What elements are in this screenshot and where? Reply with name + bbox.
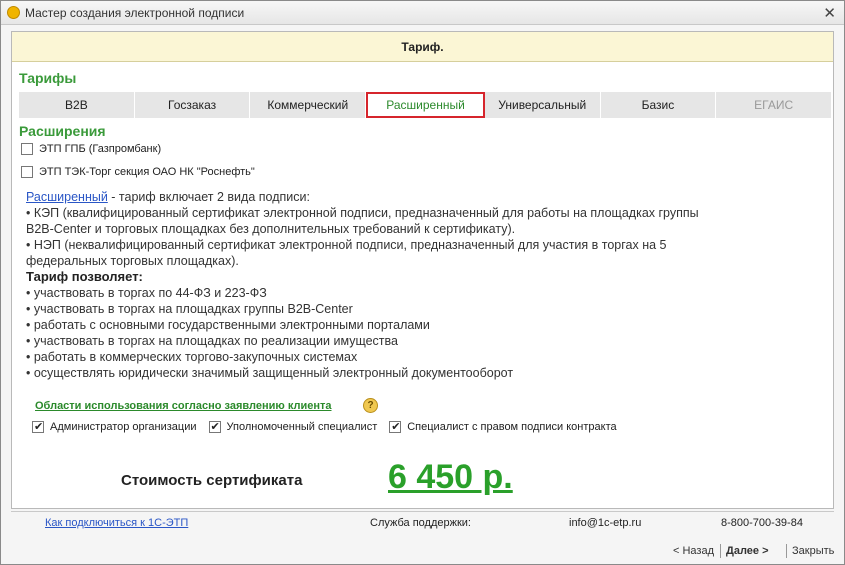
checkbox-tek-torg[interactable]	[21, 166, 33, 178]
extension-tek-torg[interactable]: ЭТП ТЭК-Торг секция ОАО НК "Роснефть"	[21, 166, 255, 178]
tab-b2b[interactable]: B2B	[19, 92, 135, 118]
allows-heading: Тариф позволяет:	[26, 269, 143, 284]
checkbox-authorized[interactable]	[208, 420, 221, 433]
extension-gpb[interactable]: ЭТП ГПБ (Газпромбанк)	[21, 143, 161, 155]
footer-divider	[11, 511, 834, 512]
support-phone: 8-800-700-39-84	[721, 517, 803, 529]
usage-areas-title: Области использования согласно заявлению…	[35, 400, 332, 412]
price-value[interactable]: 6 450 р.	[388, 458, 513, 497]
tariff-tabs: B2B Госзаказ Коммерческий Расширенный Ун…	[19, 92, 831, 118]
tariff-link[interactable]: Расширенный	[26, 190, 108, 204]
extensions-heading: Расширения	[19, 123, 106, 139]
checkbox-admin[interactable]	[32, 420, 44, 433]
allows-item: • участвовать в торгах на площадках по р…	[26, 334, 398, 348]
title-bar: Мастер создания электронной подписи ✕	[1, 1, 844, 25]
allows-item: • осуществлять юридически значимый защищ…	[26, 366, 514, 380]
extension-tek-torg-label: ЭТП ТЭК-Торг секция ОАО НК "Роснефть"	[39, 166, 255, 178]
close-button[interactable]: Закрыть	[792, 545, 834, 557]
close-icon[interactable]: ✕	[823, 4, 836, 22]
tab-extended[interactable]: Расширенный	[366, 92, 485, 118]
extension-gpb-label: ЭТП ГПБ (Газпромбанк)	[39, 143, 162, 155]
desc-line: • НЭП (неквалифицированный сертификат эл…	[26, 238, 667, 252]
usage-authorized-label: Уполномоченный специалист	[226, 421, 378, 433]
next-button[interactable]: Далее >	[726, 545, 769, 557]
tab-commercial[interactable]: Коммерческий	[250, 92, 367, 118]
allows-item: • работать в коммерческих торгово-закупо…	[26, 350, 358, 364]
nav-separator	[720, 544, 721, 558]
tab-universal[interactable]: Универсальный	[485, 92, 601, 118]
support-email: info@1c-etp.ru	[569, 517, 642, 529]
usage-signer-label: Специалист с правом подписи контракта	[407, 421, 617, 433]
tab-basis[interactable]: Базис	[601, 92, 717, 118]
app-icon	[7, 6, 20, 19]
allows-item: • работать с основными государственными …	[26, 318, 430, 332]
tab-goszakaz[interactable]: Госзаказ	[135, 92, 251, 118]
tariff-intro: - тариф включает 2 вида подписи:	[107, 190, 310, 204]
wizard-window: Мастер создания электронной подписи ✕ Та…	[0, 0, 845, 565]
usage-authorized[interactable]: Уполномоченный специалист	[208, 420, 378, 433]
usage-admin-label: Администратор организации	[50, 421, 197, 433]
allows-item: • участвовать в торгах по 44-ФЗ и 223-ФЗ	[26, 286, 267, 300]
allows-item: • участвовать в торгах на площадках груп…	[26, 302, 353, 316]
wizard-content: Тариф. Тарифы B2B Госзаказ Коммерческий …	[11, 31, 834, 509]
desc-line: федеральных торговых площадках).	[26, 254, 239, 268]
usage-admin[interactable]: Администратор организации	[32, 420, 197, 433]
tariffs-heading: Тарифы	[19, 70, 77, 86]
support-label: Служба поддержки:	[370, 517, 471, 529]
tariff-description: Расширенный - тариф включает 2 вида подп…	[26, 189, 816, 381]
window-title: Мастер создания электронной подписи	[25, 6, 245, 20]
usage-signer[interactable]: Специалист с правом подписи контракта	[389, 420, 617, 433]
checkbox-signer[interactable]	[389, 420, 402, 433]
back-button[interactable]: < Назад	[673, 545, 714, 557]
tab-egais[interactable]: ЕГАИС	[716, 92, 831, 118]
desc-line: • КЭП (квалифицированный сертификат элек…	[26, 206, 699, 220]
checkbox-gpb[interactable]	[21, 143, 33, 155]
price-label: Стоимость сертификата	[121, 472, 303, 489]
step-title: Тариф.	[12, 32, 833, 62]
usage-areas: Администратор организации Уполномоченный…	[32, 420, 629, 433]
connect-link[interactable]: Как подключиться к 1С-ЭТП	[45, 517, 188, 529]
desc-line: B2B-Center и торговых площадках без допо…	[26, 222, 516, 236]
help-icon[interactable]: ?	[363, 398, 378, 413]
nav-separator	[786, 544, 787, 558]
